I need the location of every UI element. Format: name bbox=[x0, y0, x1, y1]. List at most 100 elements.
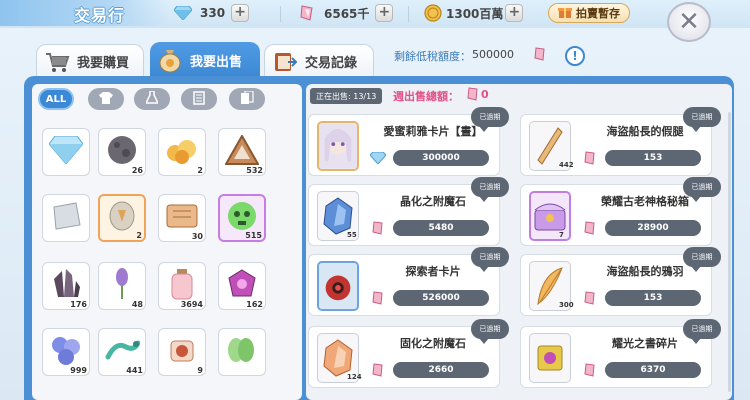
gift-icon bbox=[558, 5, 572, 22]
item-count: 515 bbox=[245, 231, 262, 240]
item-count: 2 bbox=[136, 231, 142, 240]
listing-price: 300000 bbox=[393, 150, 489, 166]
inventory-item[interactable]: 3694 bbox=[158, 262, 206, 310]
inventory-item[interactable] bbox=[42, 128, 90, 176]
listing-card[interactable]: 55 晶化之附魔石 5480 已過期 bbox=[308, 177, 509, 246]
mana-crystal-icon bbox=[581, 149, 599, 167]
inventory-item[interactable]: 30 bbox=[158, 194, 206, 242]
top-bar: 交易行 330 + 6565千 + 1300百萬 + 拍賣暫存 ✕ bbox=[0, 0, 750, 42]
filter-materials[interactable] bbox=[181, 88, 217, 110]
expired-badge: 已過期 bbox=[471, 177, 509, 202]
title-banner: 交易行 bbox=[0, 0, 170, 26]
mana-crystal-icon bbox=[369, 289, 387, 307]
diamond-icon bbox=[369, 149, 387, 167]
green-leaf-icon bbox=[224, 335, 260, 369]
coin-value: 1300百萬 bbox=[446, 6, 504, 21]
expired-badge: 已過期 bbox=[683, 177, 721, 202]
inventory-item[interactable] bbox=[218, 328, 266, 376]
expired-badge: 已過期 bbox=[471, 107, 509, 132]
inventory-item[interactable]: 26 bbox=[98, 128, 146, 176]
tab-buy[interactable]: 我要購買 bbox=[36, 44, 144, 78]
gold-ore-icon bbox=[165, 135, 199, 169]
listing-price: 6370 bbox=[605, 362, 701, 378]
mana-counter: 6565千 + bbox=[296, 2, 394, 24]
tab-history-label: 交易記錄 bbox=[305, 56, 358, 71]
wood-plank-icon bbox=[165, 201, 199, 235]
filter-cards[interactable] bbox=[229, 88, 265, 110]
listing-card[interactable]: 耀光之書碎片 6370 已過期 bbox=[520, 319, 721, 388]
page-title: 交易行 bbox=[74, 6, 126, 25]
flask-icon bbox=[144, 89, 160, 108]
inventory-item[interactable]: 162 bbox=[218, 262, 266, 310]
listing-price: 153 bbox=[605, 150, 701, 166]
tab-history[interactable]: 交易記錄 bbox=[264, 44, 374, 78]
listings-scrollbar[interactable] bbox=[728, 112, 731, 392]
chest-icon bbox=[529, 191, 571, 241]
filter-equipment[interactable] bbox=[88, 88, 124, 110]
listing-card[interactable]: 7 榮耀古老神格秘箱 28900 已過期 bbox=[520, 177, 721, 246]
shirt-icon bbox=[99, 91, 113, 107]
mana-crystal-icon bbox=[369, 361, 387, 379]
ledger-icon bbox=[271, 48, 299, 76]
listing-card[interactable]: 300 海盜船長的鴉羽 153 已過期 bbox=[520, 247, 721, 316]
expired-badge: 已過期 bbox=[471, 247, 509, 272]
add-gem-button[interactable]: + bbox=[231, 4, 250, 22]
dark-ore-icon bbox=[106, 134, 138, 170]
listing-card[interactable]: 442 海盜船長的假腿 153 已過期 bbox=[520, 107, 721, 176]
listing-price: 5480 bbox=[393, 220, 489, 236]
add-mana-button[interactable]: + bbox=[375, 4, 394, 22]
info-button[interactable]: ! bbox=[565, 46, 585, 66]
item-count: 124 bbox=[347, 373, 362, 381]
diamond-icon bbox=[48, 135, 84, 168]
inventory-item[interactable]: 2 bbox=[158, 128, 206, 176]
mana-crystal-icon bbox=[296, 2, 318, 24]
item-count: 300 bbox=[559, 301, 574, 309]
cart-icon bbox=[43, 48, 71, 76]
inventory-item-selected[interactable]: 2 bbox=[98, 194, 146, 242]
expired-badge: 已過期 bbox=[683, 319, 721, 344]
auction-storage-label: 拍賣暫存 bbox=[576, 7, 620, 20]
red-jar-icon bbox=[167, 335, 197, 369]
tab-buy-label: 我要購買 bbox=[77, 56, 130, 71]
filter-consumables[interactable] bbox=[134, 88, 170, 110]
selling-count-badge: 正在出售: 13/13 bbox=[310, 88, 383, 104]
selling-count-label: 正在出售: 13/13 bbox=[316, 91, 377, 101]
divider bbox=[408, 6, 409, 22]
listing-card[interactable]: 124 固化之附魔石 2660 已過期 bbox=[308, 319, 509, 388]
listing-price: 153 bbox=[605, 290, 701, 306]
listing-card[interactable]: 探索者卡片 526000 已過期 bbox=[308, 247, 509, 316]
triangle-rune-icon bbox=[224, 133, 260, 169]
gem-value: 330 bbox=[200, 6, 226, 20]
tax-quota-value: 500000 bbox=[472, 48, 514, 61]
magic-gem-icon bbox=[225, 268, 259, 304]
item-count: 999 bbox=[70, 366, 87, 375]
inventory-item[interactable]: 9 bbox=[158, 328, 206, 376]
info-icon: ! bbox=[572, 49, 578, 63]
weekly-total-value: 0 bbox=[481, 88, 489, 101]
divider bbox=[280, 6, 281, 22]
item-count: 55 bbox=[347, 231, 357, 239]
item-count: 9 bbox=[197, 366, 203, 375]
inventory-item[interactable]: 532 bbox=[218, 128, 266, 176]
tab-sell[interactable]: 我要出售 bbox=[150, 42, 260, 78]
item-count: 442 bbox=[559, 161, 574, 169]
inventory-item[interactable] bbox=[42, 194, 90, 242]
mana-crystal-icon bbox=[581, 289, 599, 307]
close-button[interactable]: ✕ bbox=[667, 2, 711, 42]
item-count: 3694 bbox=[180, 300, 203, 309]
filter-all-label: ALL bbox=[45, 93, 67, 105]
filter-all[interactable]: ALL bbox=[38, 88, 74, 110]
listing-card[interactable]: 愛蜜莉雅卡片【晝】 300000 已過期 bbox=[308, 107, 509, 176]
add-coin-button[interactable]: + bbox=[505, 4, 524, 22]
expired-badge: 已過期 bbox=[683, 107, 721, 132]
listing-price: 2660 bbox=[393, 362, 489, 378]
inventory-item[interactable]: 176 bbox=[42, 262, 90, 310]
inventory-item[interactable]: 515 bbox=[218, 194, 266, 242]
rune-stone-icon bbox=[108, 200, 136, 236]
auction-storage-button[interactable]: 拍賣暫存 bbox=[548, 3, 630, 23]
close-icon: ✕ bbox=[678, 7, 700, 37]
inventory-item[interactable]: 441 bbox=[98, 328, 146, 376]
diamond-icon bbox=[172, 2, 194, 24]
inventory-item[interactable]: 999 bbox=[42, 328, 90, 376]
inventory-item[interactable]: 48 bbox=[98, 262, 146, 310]
